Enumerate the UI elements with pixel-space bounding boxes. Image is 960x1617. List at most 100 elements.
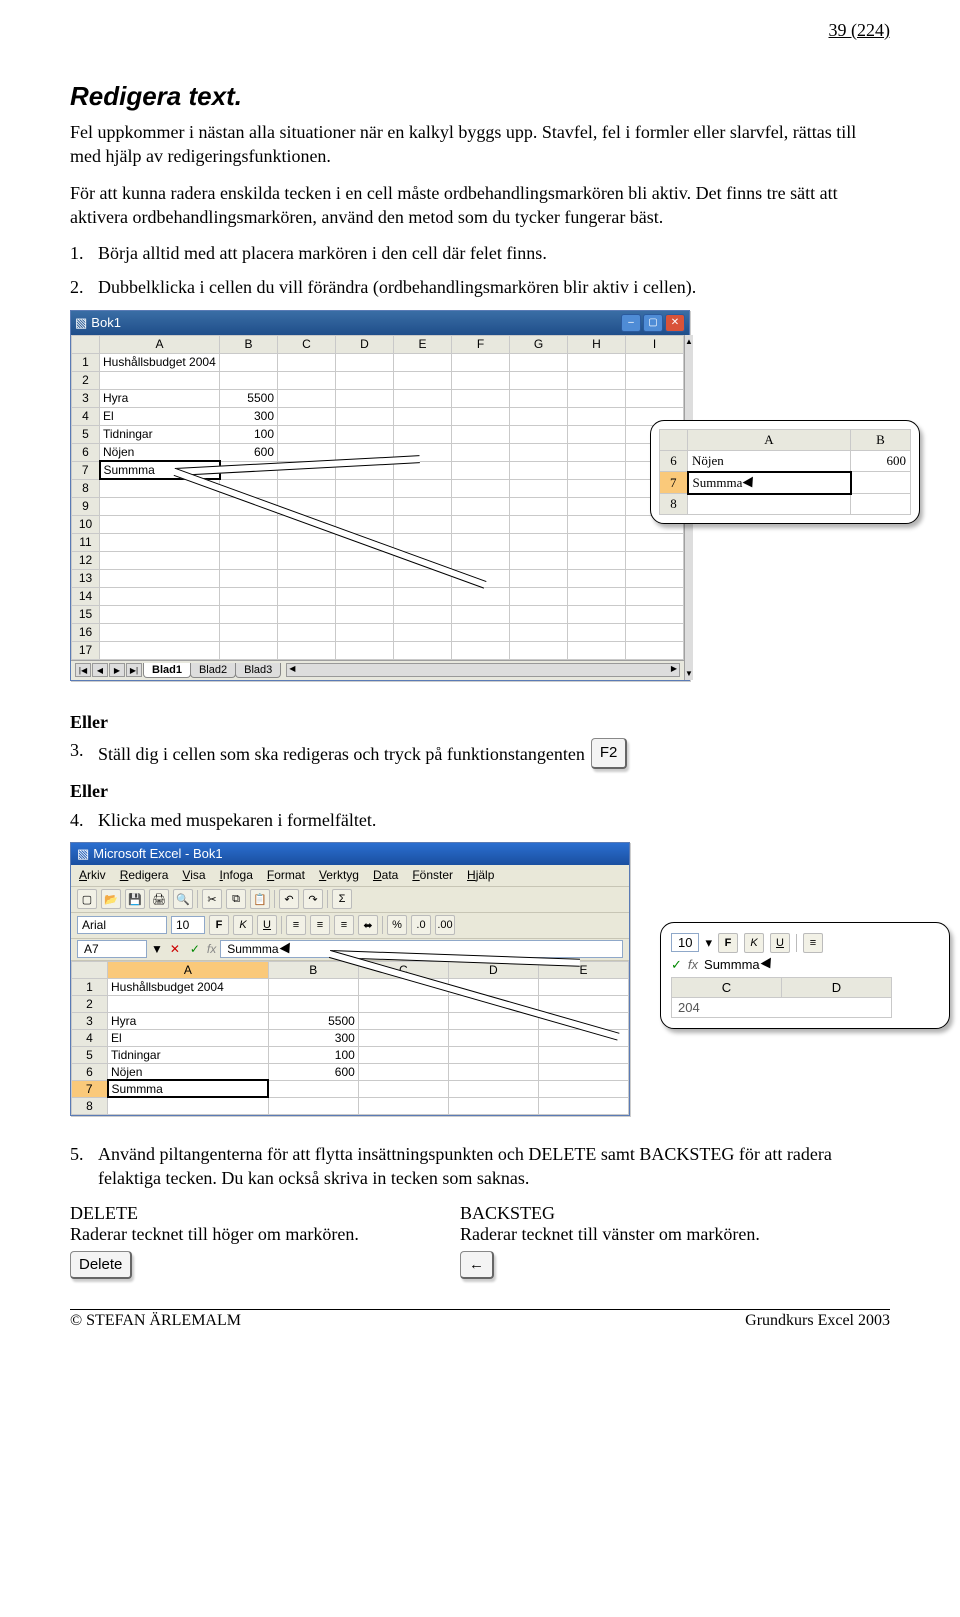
cell-G4[interactable] [510,407,568,425]
cancel-edit-icon[interactable]: ✕ [167,941,183,957]
cell-H13[interactable] [568,569,626,587]
menu-hjälp[interactable]: Hjälp [467,868,494,882]
cell-E8[interactable] [394,479,452,497]
cell-B2[interactable] [220,371,278,389]
cell2-B8[interactable] [268,1097,358,1114]
menubar[interactable]: ArkivRedigeraVisaInfogaFormatVerktygData… [71,865,629,887]
cell2-D6[interactable] [448,1063,538,1080]
cell-G7[interactable] [510,461,568,479]
print-icon[interactable]: 🖨 [149,889,169,909]
fx-label[interactable]: fx [207,942,216,956]
cell-E15[interactable] [394,605,452,623]
sheet-tab-2[interactable]: Blad2 [190,663,236,678]
row-header-2-6[interactable]: 6 [72,1063,108,1080]
italic-button-zoom[interactable]: K [744,933,764,953]
save-icon[interactable]: 💾 [125,889,145,909]
underline-button[interactable]: U [257,915,277,935]
bold-button[interactable]: F [209,915,229,935]
cell-B12[interactable] [220,551,278,569]
cut-icon[interactable]: ✂ [202,889,222,909]
cell-H16[interactable] [568,623,626,641]
row-header-1[interactable]: 1 [72,353,100,371]
menu-format[interactable]: Format [267,868,305,882]
cell-B10[interactable] [220,515,278,533]
row-header-14[interactable]: 14 [72,587,100,605]
minimize-button[interactable]: – [621,314,641,332]
cell-F5[interactable] [452,425,510,443]
cell-A9[interactable] [100,497,220,515]
cell-E9[interactable] [394,497,452,515]
row-header-17[interactable]: 17 [72,641,100,659]
cell-F14[interactable] [452,587,510,605]
menu-fönster[interactable]: Fönster [412,868,453,882]
menu-redigera[interactable]: Redigera [120,868,169,882]
cell-G13[interactable] [510,569,568,587]
cell-A3[interactable]: Hyra [100,389,220,407]
cell-A5[interactable]: Tidningar [100,425,220,443]
open-icon[interactable]: 📂 [101,889,121,909]
cell-H12[interactable] [568,551,626,569]
cell2-B2[interactable] [268,995,358,1012]
spreadsheet-grid-2[interactable]: ABCDE 1Hushållsbudget 200423Hyra55004El3… [71,961,629,1115]
sheet-nav-first-icon[interactable]: |◀ [75,663,91,677]
sheet-tab-1[interactable]: Blad1 [143,663,191,678]
cell-B11[interactable] [220,533,278,551]
row-header-2[interactable]: 2 [72,371,100,389]
cell-B1[interactable] [220,353,278,371]
cell2-B4[interactable]: 300 [268,1029,358,1046]
cell-I17[interactable] [626,641,684,659]
col-header-F[interactable]: F [452,335,510,353]
cell-C13[interactable] [278,569,336,587]
cell-a7-editing[interactable]: Summma [688,472,851,494]
cell-H15[interactable] [568,605,626,623]
cell-H10[interactable] [568,515,626,533]
cell2-C2[interactable] [358,995,448,1012]
cell-C14[interactable] [278,587,336,605]
col-header-G[interactable]: G [510,335,568,353]
cell2-D7[interactable] [448,1080,538,1097]
row-header-2-1[interactable]: 1 [72,978,108,995]
cell-A13[interactable] [100,569,220,587]
row-header-2-4[interactable]: 4 [72,1029,108,1046]
cell-I2[interactable] [626,371,684,389]
merge-icon[interactable]: ⬌ [358,915,378,935]
cell-C17[interactable] [278,641,336,659]
cell-F17[interactable] [452,641,510,659]
cell-F16[interactable] [452,623,510,641]
row-header-9[interactable]: 9 [72,497,100,515]
cell-E5[interactable] [394,425,452,443]
row-header-3[interactable]: 3 [72,389,100,407]
col-header-2-A[interactable]: A [108,961,269,978]
cell-A10[interactable] [100,515,220,533]
cell2-B7[interactable] [268,1080,358,1097]
cell-I11[interactable] [626,533,684,551]
cell-F12[interactable] [452,551,510,569]
cell-E17[interactable] [394,641,452,659]
undo-icon[interactable]: ↶ [279,889,299,909]
cell2-A3[interactable]: Hyra [108,1012,269,1029]
cell2-D8[interactable] [448,1097,538,1114]
cell2-D4[interactable] [448,1029,538,1046]
cell-E10[interactable] [394,515,452,533]
cell-G11[interactable] [510,533,568,551]
cell-D4[interactable] [336,407,394,425]
menu-data[interactable]: Data [373,868,398,882]
menu-visa[interactable]: Visa [182,868,205,882]
preview-icon[interactable]: 🔍 [173,889,193,909]
cell2-C8[interactable] [358,1097,448,1114]
cell-G16[interactable] [510,623,568,641]
cell-B13[interactable] [220,569,278,587]
cell-A6[interactable]: Nöjen [100,443,220,461]
col-header-D[interactable]: D [336,335,394,353]
cell-A16[interactable] [100,623,220,641]
cell2-E5[interactable] [538,1046,628,1063]
cell-G17[interactable] [510,641,568,659]
cell-B6[interactable]: 600 [220,443,278,461]
row-header-2-3[interactable]: 3 [72,1012,108,1029]
format-toolbar[interactable]: Arial 10 F K U ≡ ≡ ≡ ⬌ % .0 .00 [71,913,629,939]
autosum-icon[interactable]: Σ [332,889,352,909]
formula-input-zoom[interactable]: Summma [704,957,939,972]
cell-D3[interactable] [336,389,394,407]
cell-E2[interactable] [394,371,452,389]
row-header-4[interactable]: 4 [72,407,100,425]
